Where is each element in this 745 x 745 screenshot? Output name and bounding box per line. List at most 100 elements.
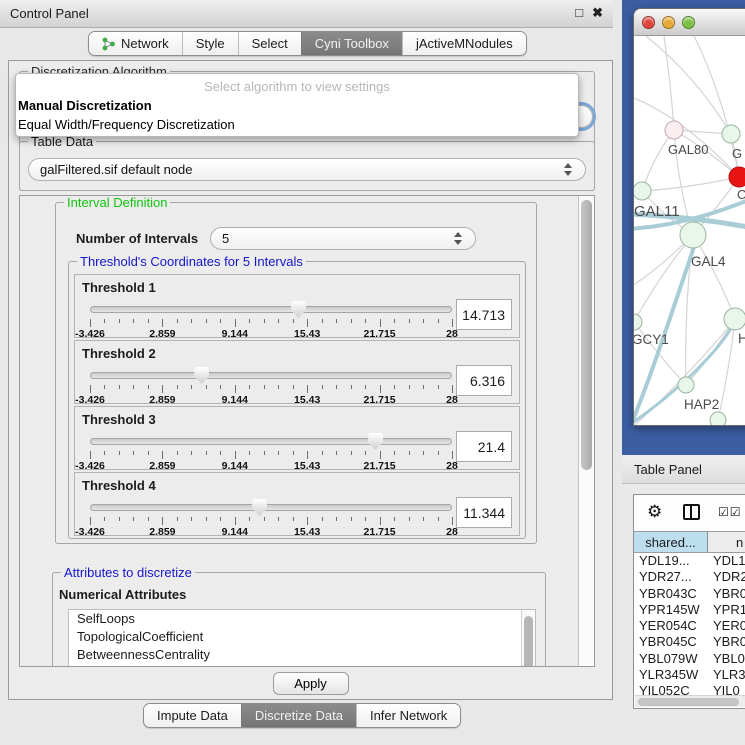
tick-mark — [264, 451, 265, 455]
tick-label: 21.715 — [364, 328, 396, 340]
apply-button[interactable]: Apply — [273, 672, 349, 695]
threshold-label: Threshold 4 — [82, 478, 156, 493]
tab-select[interactable]: Select — [238, 32, 301, 55]
network-node[interactable] — [729, 167, 745, 187]
slider-thumb[interactable] — [194, 367, 209, 384]
network-edge[interactable] — [642, 130, 674, 191]
close-icon[interactable]: ✖ — [592, 5, 603, 21]
cell-shared-name[interactable]: YBR043C — [634, 586, 708, 602]
cell-shared-name[interactable]: YBR045C — [634, 634, 708, 650]
panel-scrollbar-thumb[interactable] — [581, 200, 592, 470]
table-row[interactable]: YBR045CYBR0 — [634, 634, 745, 650]
slider-track[interactable] — [90, 372, 452, 379]
cell-name[interactable]: YER0 — [708, 618, 745, 634]
network-node[interactable] — [665, 121, 683, 139]
table-row[interactable]: YER054CYER0 — [634, 618, 745, 634]
table-horizontal-scrollbar-thumb[interactable] — [638, 698, 739, 706]
cell-shared-name[interactable]: YDR27... — [634, 569, 708, 585]
attribute-list-item[interactable]: TopologicalCoefficient — [69, 628, 535, 646]
network-node[interactable] — [724, 308, 745, 330]
network-node[interactable] — [634, 314, 642, 330]
table-row[interactable]: YDR27...YDR2 — [634, 569, 745, 585]
threshold-value-field[interactable]: 21.4 — [456, 431, 512, 462]
zoom-traffic-light-icon[interactable] — [682, 16, 695, 29]
tab-discretize-data[interactable]: Discretize Data — [241, 704, 356, 727]
slider-thumb[interactable] — [291, 301, 306, 318]
network-node[interactable] — [678, 377, 694, 393]
table-row[interactable]: YPR145WYPR1 — [634, 602, 745, 618]
column-header-name[interactable]: n — [708, 532, 745, 552]
threshold-slider[interactable]: -3.4262.8599.14415.4321.71528 — [90, 301, 452, 337]
threshold-slider[interactable]: -3.4262.8599.14415.4321.71528 — [90, 433, 452, 469]
table-data-value: galFiltered.sif default node — [40, 162, 192, 177]
threshold-label: Threshold 3 — [82, 412, 156, 427]
network-node[interactable] — [710, 412, 726, 426]
network-edge[interactable] — [693, 235, 735, 319]
number-of-intervals-combobox[interactable]: 5 — [210, 227, 476, 250]
cell-shared-name[interactable]: YLR345W — [634, 667, 708, 683]
tick-mark — [119, 385, 120, 389]
split-columns-icon[interactable] — [683, 504, 700, 520]
panel-scrollbar[interactable] — [578, 196, 594, 666]
network-canvas[interactable]: GAL80GCGAL11GAL4GCY1HHAP2 — [634, 36, 745, 426]
network-edge[interactable] — [664, 36, 674, 130]
tick-mark — [235, 385, 236, 393]
select-columns-checkboxes-icon[interactable]: ☑☑ — [718, 505, 742, 519]
tab-style[interactable]: Style — [182, 32, 238, 55]
cell-name[interactable]: YBR0 — [708, 586, 745, 602]
threshold-value-field[interactable]: 11.344 — [456, 497, 512, 528]
column-header-shared[interactable]: shared... — [634, 532, 708, 552]
slider-track[interactable] — [90, 438, 452, 445]
threshold-value-field[interactable]: 14.713 — [456, 299, 512, 330]
cell-name[interactable]: YLR3 — [708, 667, 745, 683]
menu-item-equal-width-frequency[interactable]: Equal Width/Frequency Discretization — [16, 115, 578, 134]
cell-shared-name[interactable]: YBL079W — [634, 651, 708, 667]
table-row[interactable]: YBR043CYBR0 — [634, 586, 745, 602]
cell-name[interactable]: YBR0 — [708, 634, 745, 650]
cell-shared-name[interactable]: YPR145W — [634, 602, 708, 618]
close-traffic-light-icon[interactable] — [642, 16, 655, 29]
tab-network[interactable]: Network — [89, 32, 182, 55]
table-row[interactable]: YBL079WYBL0 — [634, 651, 745, 667]
slider-thumb[interactable] — [368, 433, 383, 450]
cell-name[interactable]: YDR2 — [708, 569, 745, 585]
table-row[interactable]: YDL19...YDL1 — [634, 553, 745, 569]
table-horizontal-scrollbar[interactable] — [635, 695, 745, 707]
slider-thumb[interactable] — [252, 499, 267, 516]
menu-item-manual-discretization[interactable]: Manual Discretization — [16, 96, 578, 115]
slider-track[interactable] — [90, 306, 452, 313]
tick-mark — [133, 451, 134, 455]
gear-icon[interactable]: ⚙ — [647, 502, 662, 522]
cell-name[interactable]: YDL1 — [708, 553, 745, 569]
table-data-combobox[interactable]: galFiltered.sif default node — [28, 158, 586, 181]
tab-impute-data[interactable]: Impute Data — [144, 704, 241, 727]
cell-name[interactable]: YPR1 — [708, 602, 745, 618]
network-node-label: GAL11 — [634, 203, 680, 220]
tab-infer-network[interactable]: Infer Network — [356, 704, 460, 727]
slider-track[interactable] — [90, 504, 452, 511]
tick-mark — [322, 517, 323, 521]
minimize-traffic-light-icon[interactable] — [662, 16, 675, 29]
threshold-slider[interactable]: -3.4262.8599.14415.4321.71528 — [90, 367, 452, 403]
list-scrollbar-thumb[interactable] — [524, 616, 533, 667]
float-window-icon[interactable]: □ — [575, 5, 583, 21]
threshold-value-field[interactable]: 6.316 — [456, 365, 512, 396]
cell-shared-name[interactable]: YER054C — [634, 618, 708, 634]
attribute-list-item[interactable]: BetweennessCentrality — [69, 646, 535, 664]
tick-mark — [133, 517, 134, 521]
network-node[interactable] — [722, 125, 740, 143]
tick-mark — [119, 517, 120, 521]
table-row[interactable]: YLR345WYLR3 — [634, 667, 745, 683]
attribute-list-item[interactable]: SelfLoops — [69, 610, 535, 628]
tab-jactivemnodules[interactable]: jActiveMNodules — [402, 32, 526, 55]
network-node[interactable] — [680, 222, 706, 248]
tab-cyni-toolbox[interactable]: Cyni Toolbox — [301, 32, 402, 55]
threshold-slider[interactable]: -3.4262.8599.14415.4321.71528 — [90, 499, 452, 535]
network-node[interactable] — [634, 182, 651, 200]
list-scrollbar[interactable] — [521, 610, 535, 667]
cell-name[interactable]: YBL0 — [708, 651, 745, 667]
threshold-label: Threshold 2 — [82, 346, 156, 361]
cell-shared-name[interactable]: YDL19... — [634, 553, 708, 569]
network-edge[interactable] — [646, 36, 731, 134]
network-edge[interactable] — [642, 177, 739, 191]
